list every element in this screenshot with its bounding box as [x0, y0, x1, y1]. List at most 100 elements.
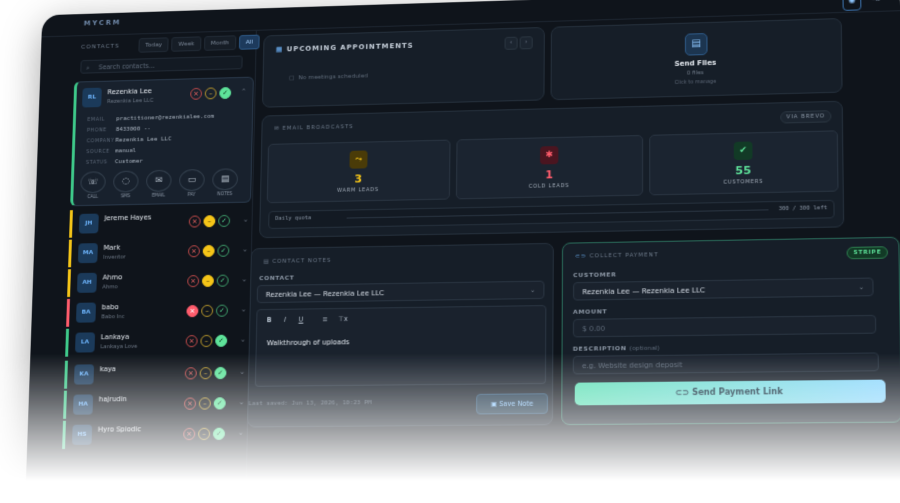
status-cold-button[interactable]: ×: [190, 88, 202, 100]
gear-icon[interactable]: ✺: [842, 0, 861, 11]
status-toggle-group: × – ✓: [186, 335, 228, 348]
detail-source: manual: [115, 147, 136, 154]
chevron-up-icon[interactable]: ⌃: [241, 88, 247, 96]
quota-track: [347, 209, 769, 218]
notes-editor[interactable]: Walkthrough of uploads: [255, 325, 546, 386]
notes-button[interactable]: ▤ NOTES: [211, 168, 239, 197]
contact-name: hajrudin: [99, 395, 127, 403]
status-toggle-group: × – ✓: [185, 367, 227, 380]
contact-row[interactable]: JH Jereme Hayes × – ✓ ⌄: [69, 207, 250, 238]
status-warm-button[interactable]: –: [205, 87, 217, 99]
pay-button[interactable]: ▭ PAY: [178, 169, 206, 198]
status-cold-button[interactable]: ×: [189, 215, 201, 227]
clear-format-button[interactable]: ⊤x: [337, 313, 349, 325]
status-warm-button[interactable]: –: [203, 215, 215, 227]
status-cold-button[interactable]: ×: [183, 428, 195, 440]
quota-label: Daily quota: [275, 215, 311, 222]
status-customer-button[interactable]: ✓: [214, 367, 226, 379]
description-input[interactable]: e.g. Website design deposit: [573, 352, 879, 374]
status-customer-button[interactable]: ✓: [215, 335, 227, 347]
chevron-down-icon[interactable]: ⌄: [238, 429, 244, 437]
prev-button[interactable]: ‹: [505, 37, 518, 50]
status-cold-button[interactable]: ×: [186, 335, 198, 347]
contact-name: babo: [102, 303, 119, 311]
customer-select[interactable]: Rezenkia Lee — Rezenkia Lee LLC ⌄: [573, 278, 874, 301]
sidebar-title: CONTACTS: [81, 43, 120, 51]
customer-label: CUSTOMER: [573, 271, 616, 279]
status-warm-button[interactable]: –: [198, 428, 210, 440]
contact-select[interactable]: Rezenkia Lee — Rezenkia Lee LLC ⌄: [257, 281, 545, 304]
status-customer-button[interactable]: ✓: [218, 215, 230, 227]
chevron-down-icon[interactable]: ⌄: [242, 245, 248, 253]
contact-row[interactable]: KA kaya × – ✓ ⌄: [64, 359, 246, 389]
mail-icon: ✉: [274, 126, 280, 132]
status-customer-button[interactable]: ✓: [219, 87, 231, 99]
broadcasts-title-text: EMAIL BROADCASTS: [282, 124, 353, 132]
contact-notes-card: ▤ CONTACT NOTES CONTACT Rezenkia Lee — R…: [247, 243, 554, 428]
logout-icon[interactable]: ⇥: [867, 0, 884, 8]
next-button[interactable]: ›: [520, 36, 533, 49]
filter-today[interactable]: Today: [138, 37, 169, 52]
search-input[interactable]: ⌕ Search contacts...: [80, 56, 242, 74]
contact-row[interactable]: HS Hyro Spiodic × – ✓ ⌄: [62, 419, 245, 449]
description-label: DESCRIPTION (optional): [573, 345, 660, 353]
send-payment-link-button[interactable]: ⊂⊃ Send Payment Link: [575, 380, 886, 406]
status-cold-button[interactable]: ×: [186, 305, 198, 317]
status-warm-button[interactable]: –: [201, 305, 213, 317]
status-toggle-group: × – ✓: [189, 215, 230, 228]
underline-button[interactable]: U: [295, 313, 307, 325]
status-cold-button[interactable]: ×: [184, 398, 196, 410]
call-button[interactable]: ☏ CALL: [79, 171, 107, 200]
chevron-down-icon[interactable]: ⌄: [240, 335, 246, 343]
action-label: CALL: [79, 195, 106, 200]
status-cold-button[interactable]: ×: [185, 367, 197, 379]
stripe-badge: STRIPE: [847, 246, 888, 259]
status-warm-button[interactable]: –: [200, 335, 212, 347]
chevron-down-icon[interactable]: ⌄: [239, 368, 245, 376]
status-customer-button[interactable]: ✓: [213, 428, 225, 440]
chevron-down-icon[interactable]: ⌄: [241, 305, 247, 313]
status-customer-button[interactable]: ✓: [216, 305, 228, 317]
status-customer-button[interactable]: ✓: [214, 397, 226, 409]
provider-badge: VIA BREVO: [780, 110, 831, 123]
status-warm-button[interactable]: –: [200, 367, 212, 379]
email-button[interactable]: ✉ EMAIL: [145, 170, 173, 199]
chevron-down-icon[interactable]: ⌄: [238, 398, 244, 406]
status-customer-button[interactable]: ✓: [217, 245, 229, 257]
sms-button[interactable]: ◌ SMS: [112, 170, 140, 199]
filter-month[interactable]: Month: [204, 35, 236, 51]
list-button[interactable]: ≡: [319, 313, 331, 325]
status-toggle-group: × – ✓: [183, 428, 225, 440]
chevron-down-icon[interactable]: ⌄: [243, 216, 249, 224]
chat-icon: ◌: [113, 170, 139, 192]
save-note-button[interactable]: ▣ Save Note: [476, 393, 548, 414]
flame-icon: ⤳: [349, 150, 367, 168]
avatar: KA: [74, 364, 94, 384]
status-cold-button[interactable]: ×: [187, 275, 199, 287]
send-payment-link-label: Send Payment Link: [692, 387, 783, 397]
avatar: LA: [75, 332, 95, 352]
status-cold-button[interactable]: ×: [188, 245, 200, 257]
last-saved: Last saved: Jun 13, 2026, 10:23 PM: [248, 399, 371, 407]
contact-row[interactable]: MA Mark Inventor × – ✓ ⌄: [68, 236, 249, 267]
bold-button[interactable]: B: [263, 314, 275, 326]
send-files-card[interactable]: ▤ Send Files 0 files Click to manage: [551, 18, 843, 100]
status-warm-button[interactable]: –: [202, 275, 214, 287]
avatar: HS: [72, 425, 92, 445]
contact-row[interactable]: LA Lankaya Lankaya Love × – ✓ ⌄: [65, 326, 247, 356]
status-customer-button[interactable]: ✓: [217, 275, 229, 287]
customers-tile[interactable]: ✔ 55 CUSTOMERS: [649, 130, 838, 195]
warm-leads-tile[interactable]: ⤳ 3 WARM LEADS: [267, 140, 451, 204]
contact-row[interactable]: BA babo Babo Inc × – ✓ ⌄: [66, 296, 248, 327]
cold-leads-tile[interactable]: ✱ 1 COLD LEADS: [456, 135, 643, 199]
avatar: AH: [77, 273, 97, 293]
status-warm-button[interactable]: –: [199, 397, 211, 409]
chevron-down-icon[interactable]: ⌄: [241, 275, 247, 283]
contact-row[interactable]: HA hajrudin × – ✓ ⌄: [63, 389, 246, 419]
selected-contact-card[interactable]: RL Rezenkia Lee Rezenkia Lee LLC × – ✓ ⌃…: [70, 77, 254, 207]
italic-button[interactable]: I: [279, 314, 291, 326]
status-warm-button[interactable]: –: [203, 245, 215, 257]
contact-row[interactable]: AH Ahmo Ahmo × – ✓ ⌄: [67, 266, 248, 297]
filter-week[interactable]: Week: [171, 36, 201, 51]
amount-input[interactable]: $ 0.00: [573, 315, 876, 338]
